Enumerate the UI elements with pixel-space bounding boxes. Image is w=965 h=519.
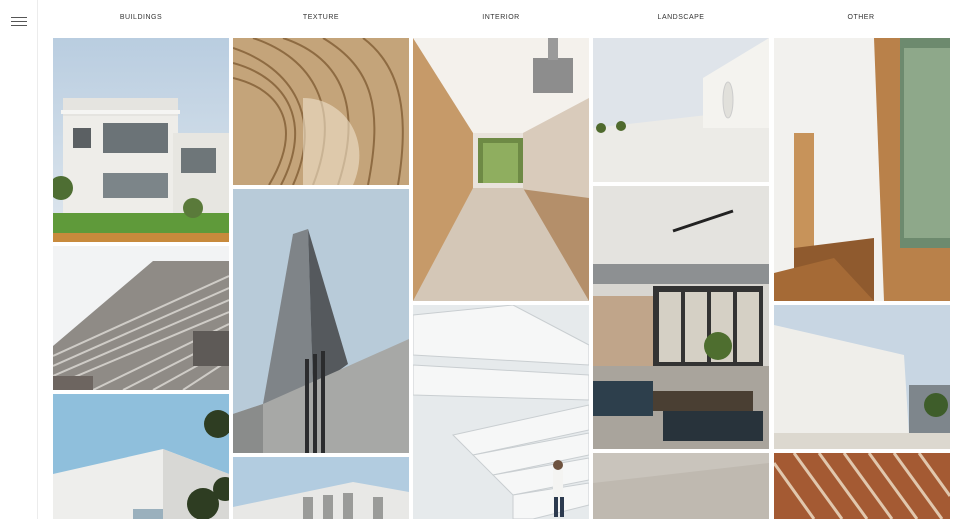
open-living-room-photo[interactable]: [593, 186, 769, 449]
concrete-wedge-building-photo[interactable]: [233, 189, 409, 453]
nav-link-texture[interactable]: TEXTURE: [303, 14, 339, 21]
wood-diagonal-slats-photo[interactable]: [774, 453, 950, 519]
concrete-floor-photo[interactable]: [593, 453, 769, 519]
nav-link-other[interactable]: OTHER: [848, 14, 875, 21]
white-wall-landscape-photo[interactable]: [593, 38, 769, 182]
nav-link-buildings[interactable]: BUILDINGS: [120, 14, 162, 21]
wood-window-interior-photo[interactable]: [774, 38, 950, 301]
sidebar: [0, 0, 38, 519]
wood-kitchen-photo[interactable]: [413, 38, 589, 301]
wood-slat-curve-photo[interactable]: [233, 38, 409, 185]
grey-facade-photo[interactable]: [233, 457, 409, 519]
white-building-tree-photo[interactable]: [53, 394, 229, 519]
hamburger-menu-icon[interactable]: [11, 17, 27, 27]
white-warehouse-photo[interactable]: [774, 305, 950, 449]
white-villas-photo[interactable]: [53, 38, 229, 242]
striped-facade-photo[interactable]: [53, 246, 229, 390]
category-nav: BUILDINGS TEXTURE INTERIOR LANDSCAPE OTH…: [38, 0, 965, 38]
nav-link-landscape[interactable]: LANDSCAPE: [658, 14, 705, 21]
white-staircase-photo[interactable]: [413, 305, 589, 519]
nav-link-interior[interactable]: INTERIOR: [482, 14, 519, 21]
